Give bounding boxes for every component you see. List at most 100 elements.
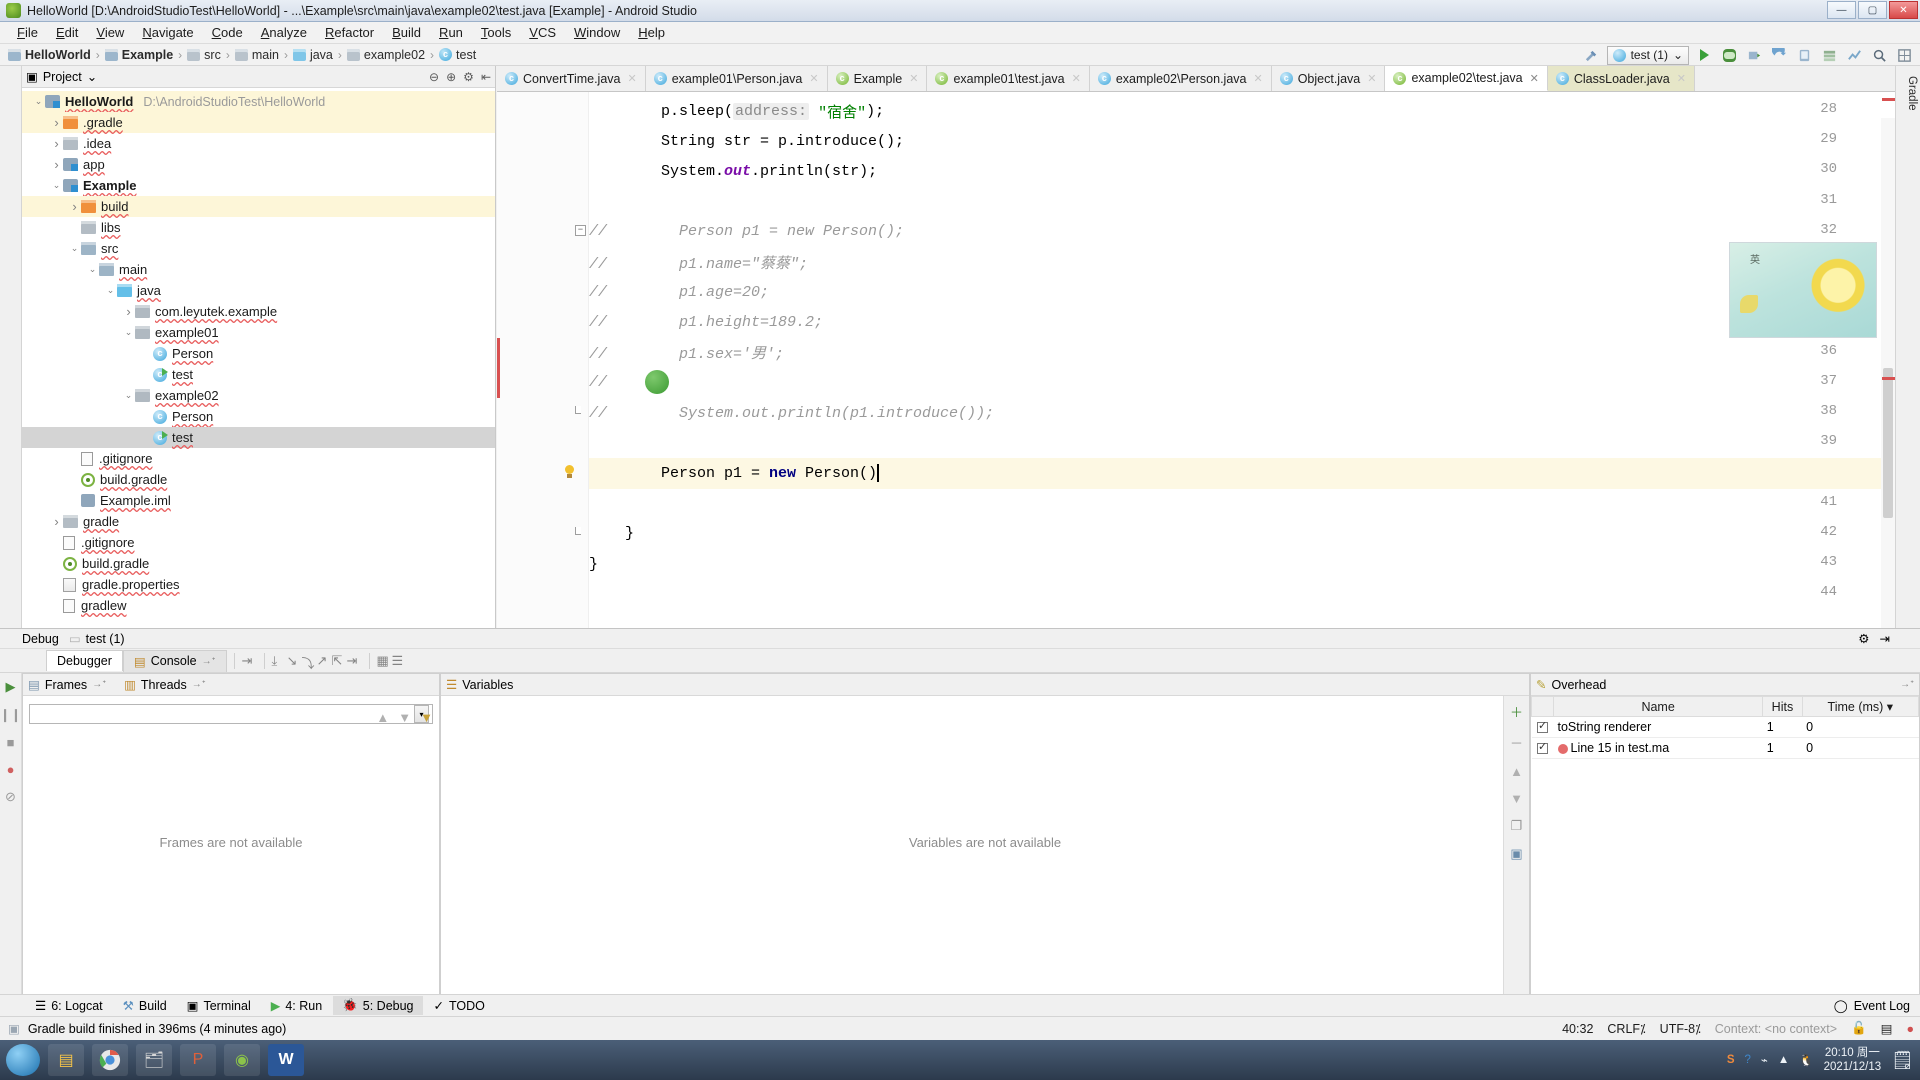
code-line[interactable]: [589, 428, 1895, 458]
attach-debugger-icon[interactable]: [1745, 46, 1764, 65]
chevron-right-icon[interactable]: ›: [122, 304, 135, 319]
tool-window-4--run[interactable]: ▶ 4: Run: [262, 996, 331, 1015]
tool-window-todo[interactable]: ✓ TODO: [425, 996, 494, 1015]
breadcrumb-item-example02[interactable]: example02: [346, 48, 425, 62]
menu-item-build[interactable]: Build: [383, 23, 430, 42]
tab-debugger[interactable]: Debugger: [46, 650, 123, 671]
editor-tab-object-java[interactable]: c Object.java ✕: [1271, 66, 1386, 91]
chevron-down-icon[interactable]: ⌄: [68, 243, 81, 254]
network-icon[interactable]: ⌁: [1761, 1053, 1768, 1067]
code-line[interactable]: [589, 489, 1895, 519]
layout-inspector-icon[interactable]: [1895, 46, 1914, 65]
pin-icon[interactable]: →ᐩ: [202, 656, 216, 667]
tree-node-gradle[interactable]: › gradle: [22, 511, 495, 532]
code-line[interactable]: [589, 579, 1895, 609]
code-line[interactable]: p.sleep(address: "宿舍");: [589, 96, 1895, 126]
tool-window-5--debug[interactable]: 🐞 5: Debug: [333, 996, 423, 1015]
tree-node-java[interactable]: ⌄ java: [22, 280, 495, 301]
code-line[interactable]: Person p1 = new Person(): [589, 458, 1895, 489]
chevron-down-icon[interactable]: ⌄: [122, 327, 135, 338]
close-icon[interactable]: ✕: [628, 72, 637, 85]
collapse-all-icon[interactable]: ⊖: [429, 70, 439, 84]
help-icon[interactable]: ?: [1745, 1054, 1751, 1066]
chrome-icon[interactable]: [92, 1044, 128, 1076]
avd-manager-icon[interactable]: [1795, 46, 1814, 65]
caret-position[interactable]: 40:32: [1562, 1022, 1593, 1036]
tree-node-example[interactable]: ⌄ Example: [22, 175, 495, 196]
hide-panel-icon[interactable]: ⇥: [1880, 631, 1890, 646]
breadcrumb-item-test[interactable]: c test: [439, 48, 476, 62]
error-stripe-marker[interactable]: [1882, 377, 1895, 380]
code-line[interactable]: [589, 187, 1895, 217]
code-line[interactable]: // p1.name="蔡蔡";: [589, 247, 1895, 277]
evaluate-expression-icon[interactable]: ▦: [377, 653, 392, 668]
step-into-icon[interactable]: ↘: [287, 653, 302, 668]
menu-item-window[interactable]: Window: [565, 23, 629, 42]
fold-end-icon[interactable]: [575, 406, 581, 414]
tree-node-src[interactable]: ⌄ src: [22, 238, 495, 259]
chevron-right-icon[interactable]: ›: [50, 514, 63, 529]
tree-node-person[interactable]: c Person: [22, 406, 495, 427]
close-icon[interactable]: ✕: [1367, 72, 1376, 85]
build-hammer-icon[interactable]: [1582, 46, 1601, 65]
menu-item-navigate[interactable]: Navigate: [133, 23, 202, 42]
view-breakpoints-icon[interactable]: ●: [7, 762, 15, 777]
scrollbar-thumb[interactable]: [1883, 368, 1893, 518]
close-icon[interactable]: ✕: [809, 72, 818, 85]
locate-icon[interactable]: ⊕: [446, 70, 456, 84]
profiler-icon[interactable]: [1845, 46, 1864, 65]
breadcrumb-item-main[interactable]: main: [234, 48, 279, 62]
tree-node-build[interactable]: › build: [22, 196, 495, 217]
line-separator[interactable]: CRLF⁒: [1607, 1021, 1645, 1036]
taskbar-clock[interactable]: 20:10 周一 2021/12/13: [1824, 1046, 1882, 1074]
tree-node-build-gradle[interactable]: build.gradle: [22, 553, 495, 574]
tree-node--gradle[interactable]: › .gradle: [22, 112, 495, 133]
chevron-down-icon[interactable]: ⌄: [87, 69, 97, 84]
editor-tab-example02-person-java[interactable]: c example02\Person.java ✕: [1089, 66, 1272, 91]
word-icon[interactable]: W: [268, 1044, 304, 1076]
error-stripe-marker[interactable]: [1882, 98, 1895, 101]
explorer-icon[interactable]: ▤: [48, 1044, 84, 1076]
tree-node-com-leyutek-example[interactable]: › com.leyutek.example: [22, 301, 495, 322]
event-log-button[interactable]: ◯ Event Log: [1834, 998, 1910, 1014]
context-label[interactable]: Context: <no context>: [1715, 1022, 1837, 1036]
encoding[interactable]: UTF-8⁒: [1660, 1021, 1701, 1036]
code-line[interactable]: // Person p1 = new Person();: [589, 217, 1895, 247]
close-icon[interactable]: ✕: [909, 72, 918, 85]
sogou-icon[interactable]: S: [1727, 1054, 1735, 1066]
overhead-column-hits[interactable]: Hits: [1762, 696, 1803, 717]
notes-icon[interactable]: 🗒: [1891, 1050, 1914, 1071]
tree-node-build-gradle[interactable]: build.gradle: [22, 469, 495, 490]
overhead-column-time--ms-[interactable]: Time (ms) ▾: [1801, 696, 1920, 717]
step-over-icon[interactable]: ⤓: [272, 653, 287, 668]
overhead-row[interactable]: toString renderer10: [1531, 716, 1919, 738]
settings-gear-icon[interactable]: ⚙: [1858, 631, 1869, 646]
run-to-cursor-icon[interactable]: ⇥: [347, 653, 362, 668]
run-configuration-selector[interactable]: test (1) ⌄: [1606, 45, 1689, 65]
chevron-down-icon[interactable]: ⌄: [32, 96, 45, 107]
menu-item-vcs[interactable]: VCS: [520, 23, 565, 42]
notification-icon[interactable]: ●: [1906, 1022, 1914, 1036]
tree-node-gradle-properties[interactable]: gradle.properties: [22, 574, 495, 595]
code-line[interactable]: // p1.age=20;: [589, 277, 1895, 307]
tool-window-build[interactable]: ⚒ Build: [114, 996, 176, 1015]
code-line[interactable]: String str = p.introduce();: [589, 126, 1895, 156]
start-orb[interactable]: [6, 1044, 40, 1076]
tree-node-example01[interactable]: ⌄ example01: [22, 322, 495, 343]
files-icon[interactable]: 🗂: [136, 1044, 172, 1076]
checkbox[interactable]: [1537, 719, 1548, 734]
menu-item-analyze[interactable]: Analyze: [252, 23, 316, 42]
tree-node-app[interactable]: › app: [22, 154, 495, 175]
overhead-row[interactable]: Line 15 in test.ma10: [1531, 737, 1919, 759]
tool-window-terminal[interactable]: ▣ Terminal: [178, 996, 260, 1015]
chevron-down-icon[interactable]: ⌄: [86, 264, 99, 275]
sync-gradle-icon[interactable]: [1770, 46, 1789, 65]
chevron-right-icon[interactable]: ›: [50, 115, 63, 130]
code-line[interactable]: //: [589, 368, 1895, 398]
overhead-table[interactable]: NameHitsTime (ms) ▾toString renderer10Li…: [1531, 696, 1920, 759]
step-out-icon[interactable]: ↗: [317, 653, 332, 668]
code-line[interactable]: }: [589, 519, 1895, 549]
chevron-down-icon[interactable]: ⌄: [122, 390, 135, 401]
strip-gradle[interactable]: Gradle: [1904, 72, 1920, 115]
arrow-up-icon[interactable]: ▲: [1778, 1054, 1789, 1066]
